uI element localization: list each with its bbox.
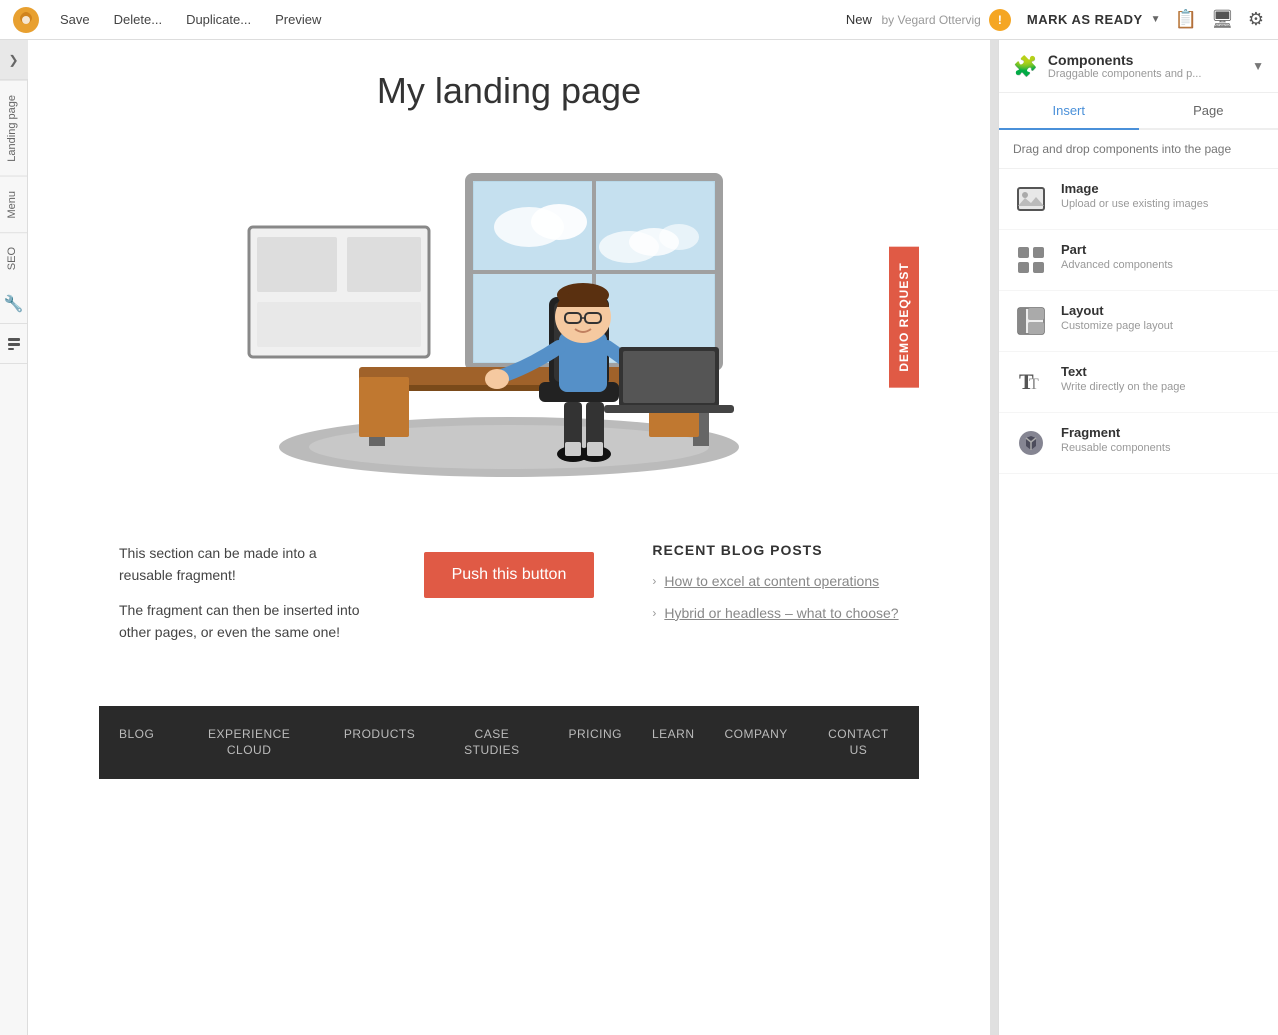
tab-page[interactable]: Page [1139,93,1278,130]
component-item-layout[interactable]: Layout Customize page layout [999,291,1278,352]
panel-subtitle: Draggable components and p... [1048,68,1252,80]
text-component-name: Text [1061,364,1264,379]
wrench-icon[interactable]: 🔧 [0,284,27,324]
part-component-text: Part Advanced components [1061,242,1264,271]
sidebar-vertical-items: Landing page Menu SEO 🔧 [0,80,27,364]
sidebar-item-menu[interactable]: Menu [0,176,27,233]
monitor-icon-button[interactable]: 🖥 [1209,7,1236,32]
text-component-text: Text Write directly on the page [1061,364,1264,393]
footer-nav-contact[interactable]: CONTACT US [818,726,899,760]
doc-name: New by Vegard Ottervig [846,12,981,27]
hero-svg [199,147,819,487]
mark-ready-dropdown[interactable]: ▼ [1151,14,1161,25]
chevron-right-icon: ❯ [8,53,18,67]
preview-button[interactable]: Preview [271,10,325,29]
blog-post-item-2: › Hybrid or headless – what to choose? [652,604,899,624]
topbar: Save Delete... Duplicate... Preview New … [0,0,1278,40]
blog-post-arrow-1: › [652,572,656,588]
mark-as-ready-button[interactable]: MARK AS READY [1019,8,1151,31]
push-button-wrapper: Push this button [386,542,633,598]
footer-nav-case-studies[interactable]: CASE STUDIES [445,726,538,760]
page-title: My landing page [99,70,919,112]
blog-post-item: › How to excel at content operations [652,572,899,592]
demo-request-button[interactable]: DEMO REQUEST [889,246,919,387]
component-item-fragment[interactable]: Fragment Reusable components [999,413,1278,474]
settings-icon-button[interactable]: ⚙ [1246,7,1266,32]
layout-component-text: Layout Customize page layout [1061,303,1264,332]
panel-title-group: Components Draggable components and p... [1048,52,1252,80]
puzzle-icon: 🧩 [1013,54,1038,79]
footer-nav-products[interactable]: PRODUCTS [344,726,415,760]
topbar-icons: 📋 🖥 ⚙ [1173,7,1266,32]
duplicate-button[interactable]: Duplicate... [182,10,255,29]
part-component-name: Part [1061,242,1264,257]
image-component-icon [1013,181,1049,217]
panel-header: 🧩 Components Draggable components and p.… [999,40,1278,93]
blog-posts-heading: RECENT BLOG POSTS [652,542,899,558]
footer-nav-blog[interactable]: BLOG [119,726,154,760]
topbar-actions: Save Delete... Duplicate... Preview [56,10,325,29]
image-component-name: Image [1061,181,1264,196]
left-sidebar: ❯ Landing page Menu SEO 🔧 [0,40,28,1035]
drag-hint: Drag and drop components into the page [999,130,1278,169]
text-component-icon: T T [1013,364,1049,400]
component-item-part[interactable]: Part Advanced components [999,230,1278,291]
panel-title: Components [1048,52,1252,68]
fragment-component-desc: Reusable components [1061,442,1264,454]
footer-nav-learn[interactable]: LEARN [652,726,695,760]
components-list: Image Upload or use existing images Part [999,169,1278,1035]
blog-post-link-1[interactable]: How to excel at content operations [664,572,879,592]
layout-component-name: Layout [1061,303,1264,318]
fragment-component-icon [1013,425,1049,461]
component-item-image[interactable]: Image Upload or use existing images [999,169,1278,230]
main-layout: ❯ Landing page Menu SEO 🔧 My landing pag… [0,40,1278,1035]
fragment-component-text: Fragment Reusable components [1061,425,1264,454]
blog-posts-section: RECENT BLOG POSTS › How to excel at cont… [652,542,899,635]
footer-nav-experience-cloud[interactable]: EXPERIENCE CLOUD [184,726,314,760]
page-footer: BLOG EXPERIENCE CLOUD PRODUCTS CASE STUD… [99,706,919,780]
delete-button[interactable]: Delete... [110,10,166,29]
text-component-desc: Write directly on the page [1061,381,1264,393]
component-item-text[interactable]: T T Text Write directly on the page [999,352,1278,413]
image-component-desc: Upload or use existing images [1061,198,1264,210]
footer-nav-company[interactable]: COMPANY [725,726,788,760]
fragment-component-name: Fragment [1061,425,1264,440]
svg-text:T: T [1029,376,1039,393]
content-section: This section can be made into a reusable… [99,512,919,686]
part-component-desc: Advanced components [1061,259,1264,271]
save-button[interactable]: Save [56,10,94,29]
app-logo [12,6,40,34]
part-component-icon [1013,242,1049,278]
page-content: My landing page DEMO REQUEST [79,40,939,779]
footer-nav-pricing[interactable]: PRICING [568,726,622,760]
sidebar-item-landing-page[interactable]: Landing page [0,80,27,176]
tab-insert[interactable]: Insert [999,93,1139,130]
layout-component-desc: Customize page layout [1061,320,1264,332]
layers-icon[interactable] [0,324,27,364]
footer-nav: BLOG EXPERIENCE CLOUD PRODUCTS CASE STUD… [119,726,899,760]
push-this-button[interactable]: Push this button [424,552,595,598]
right-panel: 🧩 Components Draggable components and p.… [998,40,1278,1035]
canvas-scrollbar[interactable] [990,40,998,1035]
panel-tabs: Insert Page [999,93,1278,130]
blog-post-arrow-2: › [652,604,656,620]
panel-chevron-down-icon[interactable]: ▼ [1252,59,1264,73]
clipboard-icon-button[interactable]: 📋 [1173,7,1199,32]
layout-component-icon [1013,303,1049,339]
sidebar-item-seo[interactable]: SEO [0,232,27,284]
blog-post-link-2[interactable]: Hybrid or headless – what to choose? [664,604,898,624]
warning-badge: ! [989,9,1011,31]
fragment-description: This section can be made into a reusable… [119,542,366,656]
hero-illustration: DEMO REQUEST [99,142,919,492]
page-canvas: My landing page DEMO REQUEST [28,40,990,1035]
image-component-text: Image Upload or use existing images [1061,181,1264,210]
sidebar-toggle[interactable]: ❯ [0,40,28,80]
